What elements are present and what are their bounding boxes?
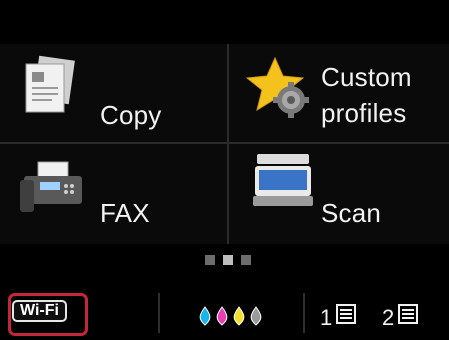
tray2-label: 2 (382, 305, 395, 330)
custom-profiles-label-line2: profiles (321, 98, 407, 128)
page-dot-1 (205, 255, 215, 265)
fax-tile[interactable]: FAX (0, 144, 227, 244)
fax-label: FAX (100, 198, 150, 228)
printer-home-screen: Copy Custom profiles FAX Scan Wi-Fi 1 2 (0, 0, 449, 340)
status-separator-1 (158, 293, 160, 333)
page-dot-3 (241, 255, 251, 265)
ink-drop (233, 306, 245, 326)
fax-icon (20, 161, 82, 212)
scan-tile[interactable]: Scan (229, 144, 449, 244)
ink-levels-icon[interactable] (195, 305, 273, 327)
star-gear-icon (245, 56, 309, 118)
custom-profiles-tile[interactable]: Custom profiles (229, 44, 449, 142)
status-separator-2 (303, 293, 305, 333)
ink-drop (216, 306, 228, 326)
scanner-icon (253, 154, 313, 206)
copy-tile[interactable]: Copy (0, 44, 227, 142)
custom-profiles-label-line1: Custom (321, 62, 412, 92)
page-dot-2 (223, 255, 233, 265)
status-bar: Wi-Fi 1 2 (0, 283, 449, 340)
wifi-button[interactable]: Wi-Fi (12, 300, 67, 322)
scan-label: Scan (321, 198, 382, 228)
copy-label: Copy (100, 100, 162, 130)
ink-drop (250, 306, 262, 326)
page-indicator (205, 255, 255, 265)
ink-drop (199, 306, 211, 326)
paper-tray-2-icon[interactable] (398, 303, 418, 325)
tray1-label: 1 (320, 305, 333, 330)
copy-icon (25, 55, 75, 113)
paper-tray-1-icon[interactable] (336, 303, 356, 325)
